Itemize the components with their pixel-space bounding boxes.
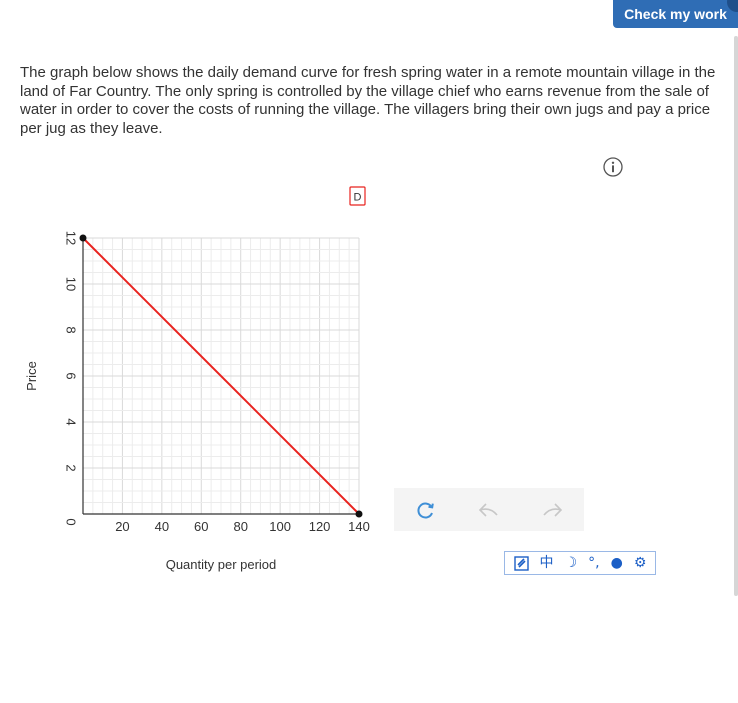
x-tick-label: 80 [233,519,247,534]
y-tick-label: 6 [64,372,79,379]
ime-settings-icon[interactable]: ⚙ [634,555,647,571]
ime-user-icon[interactable]: ● [611,555,623,571]
y-axis-label: Price [24,361,39,391]
x-tick-label: 120 [309,519,331,534]
undo-icon [478,502,498,517]
y-tick-label: 8 [64,326,79,333]
y-tick-label: 0 [64,518,79,525]
x-tick-label: 100 [269,519,291,534]
x-tick-label: 40 [155,519,169,534]
reset-tool[interactable] [412,496,440,524]
demand-point[interactable] [355,510,363,518]
demand-point[interactable] [79,234,87,242]
ime-moon-icon[interactable]: ☽ [565,555,578,571]
x-tick-label: 20 [115,519,129,534]
y-tick-label: 2 [64,464,79,471]
checkbox-icon[interactable] [513,555,529,571]
x-tick-label: 60 [194,519,208,534]
y-tick-label: 4 [64,418,79,425]
redo-tool[interactable] [538,496,566,524]
undo-tool[interactable] [475,496,503,524]
reset-icon [417,502,434,519]
demand-chart[interactable]: 20 40 60 80 100 120 140 0 2 4 6 8 10 12 Quantity per p… [0,0,738,703]
x-axis-label: Quantity per period [166,557,277,572]
ime-chinese-icon[interactable]: 中 [540,555,554,571]
ime-toolbar: 中 ☽ °, ● ⚙ [504,551,656,575]
redo-icon [543,502,563,517]
x-tick-label: 140 [348,519,370,534]
y-tick-label: 12 [64,231,79,245]
ime-punctuation-icon[interactable]: °, [588,555,599,571]
legend-d-label: D [354,192,362,204]
y-tick-label: 10 [64,277,79,291]
graph-toolbar [394,488,584,531]
